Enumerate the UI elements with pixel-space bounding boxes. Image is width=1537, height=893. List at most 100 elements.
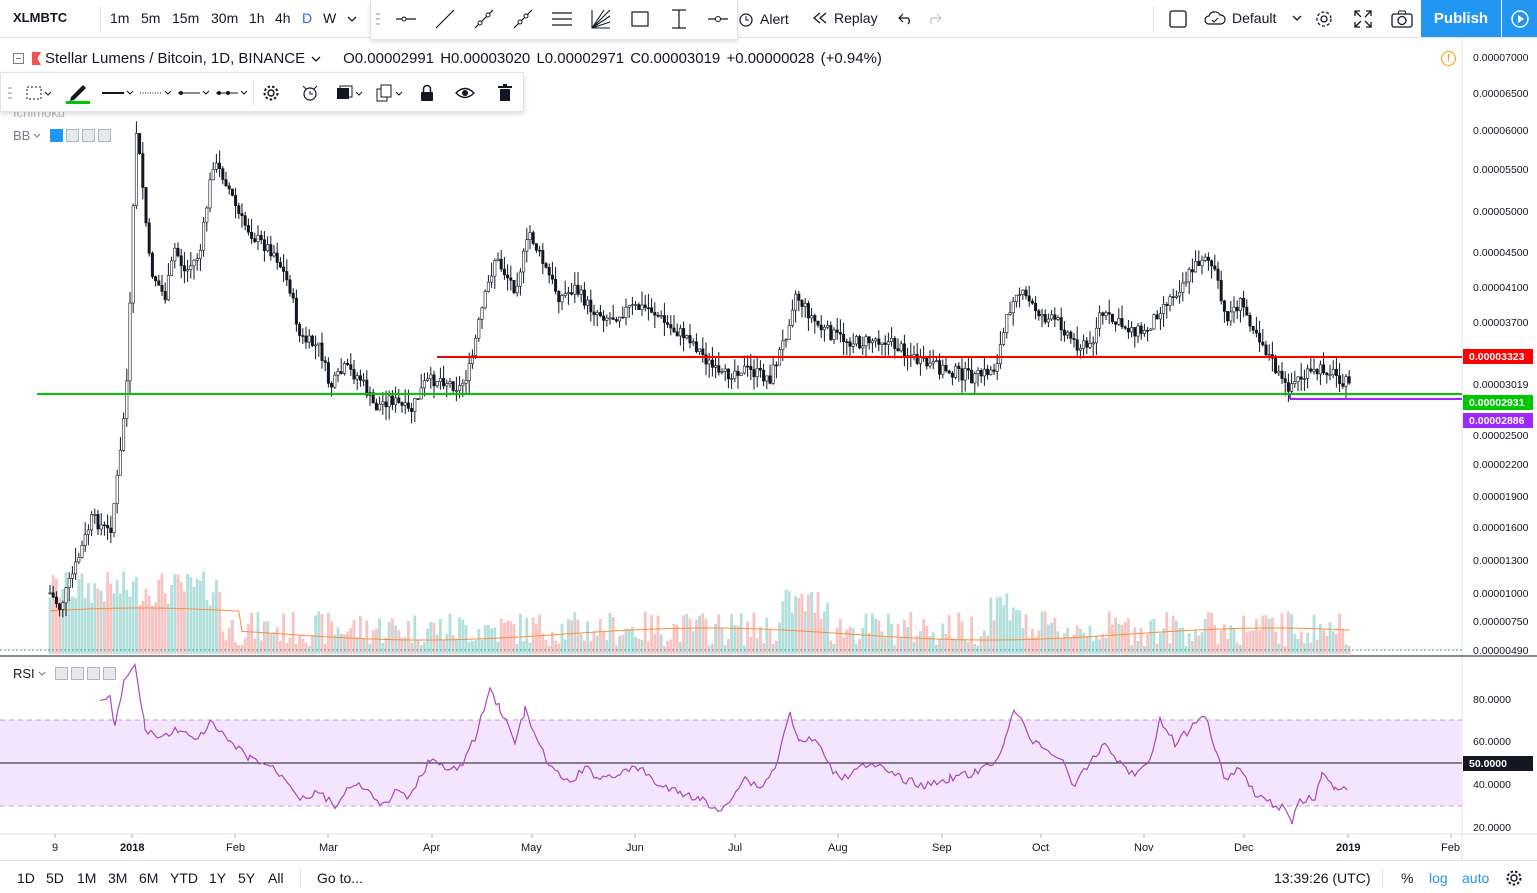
- line-color-icon[interactable]: [61, 80, 93, 106]
- horizontal-ray-icon[interactable]: [388, 4, 424, 34]
- gear-icon[interactable]: [257, 80, 285, 106]
- candle-body: [144, 187, 148, 224]
- volume-bar: [410, 642, 413, 654]
- timeframe-1h[interactable]: 1h: [249, 10, 265, 26]
- layout-dropdown[interactable]: Default: [1204, 10, 1302, 26]
- parallel-channel-icon[interactable]: [544, 4, 580, 34]
- volume-bar: [1043, 611, 1047, 654]
- candle-body: [518, 271, 522, 287]
- drag-handle-icon[interactable]: [374, 4, 382, 34]
- hide-eye-icon[interactable]: [50, 129, 64, 142]
- percent-scale-toggle[interactable]: %: [1401, 870, 1413, 886]
- template-icon[interactable]: [23, 80, 55, 106]
- candle-body: [1120, 318, 1124, 328]
- candle-body: [93, 514, 97, 516]
- go-to-date-button[interactable]: Go to...: [317, 870, 363, 886]
- more-icon[interactable]: [82, 129, 96, 142]
- auto-scale-toggle[interactable]: auto: [1462, 870, 1489, 886]
- hide-eye-icon[interactable]: [54, 667, 68, 680]
- candle-body: [221, 168, 225, 180]
- chevron-down-icon[interactable]: [38, 671, 46, 677]
- candle-body: [1226, 311, 1230, 322]
- log-scale-toggle[interactable]: log: [1429, 870, 1448, 886]
- range-5y[interactable]: 5Y: [238, 870, 255, 886]
- timeframe-15m[interactable]: 15m: [172, 10, 199, 26]
- expand-icon[interactable]: [1345, 4, 1381, 34]
- collapse-legend-icon[interactable]: [13, 53, 24, 64]
- range-3m[interactable]: 3M: [108, 870, 127, 886]
- clone-icon[interactable]: [373, 80, 405, 106]
- range-all[interactable]: All: [268, 870, 284, 886]
- fib-fan-icon[interactable]: [583, 4, 619, 34]
- timeframe-d[interactable]: D: [302, 10, 312, 26]
- fullscreen-toggle-icon[interactable]: [1160, 4, 1196, 34]
- candle-body: [163, 291, 167, 301]
- candle-body: [634, 304, 638, 306]
- chart-canvas[interactable]: [0, 38, 1537, 860]
- range-5d[interactable]: 5D: [46, 870, 64, 886]
- volume-bar: [1239, 644, 1242, 654]
- price-scale-label: 0.00000490: [1473, 645, 1529, 657]
- chevron-down-icon[interactable]: [33, 133, 41, 139]
- lock-icon[interactable]: [413, 80, 441, 106]
- drag-handle-icon[interactable]: [7, 80, 13, 106]
- timeframe-w[interactable]: W: [323, 10, 336, 26]
- line-end-icon[interactable]: [213, 80, 249, 106]
- candle-body: [246, 225, 250, 233]
- candle-body: [1027, 295, 1031, 302]
- candle-body: [1030, 300, 1034, 304]
- eye-icon[interactable]: [451, 80, 479, 106]
- horizontal-line-icon[interactable]: [700, 4, 736, 34]
- volume-bar: [496, 641, 500, 654]
- publish-button[interactable]: Publish: [1421, 0, 1501, 37]
- remove-icon[interactable]: [98, 129, 112, 142]
- extended-line-icon[interactable]: [505, 4, 541, 34]
- timeframe-30m[interactable]: 30m: [211, 10, 238, 26]
- time-axis-ticks: [54, 834, 1452, 838]
- warning-icon[interactable]: !: [1441, 51, 1456, 66]
- clock[interactable]: 13:39:26 (UTC): [1274, 870, 1370, 886]
- range-ytd[interactable]: YTD: [170, 870, 198, 886]
- candle-body: [288, 279, 292, 294]
- range-1d[interactable]: 1D: [17, 870, 35, 886]
- settings-icon[interactable]: [70, 667, 84, 680]
- settings-icon[interactable]: [66, 129, 80, 142]
- gear-icon[interactable]: [1306, 4, 1342, 34]
- rsi-indicator-label[interactable]: RSI: [13, 666, 116, 681]
- alert-button[interactable]: Alert: [738, 10, 789, 28]
- more-icon[interactable]: [86, 667, 100, 680]
- rectangle-icon[interactable]: [622, 4, 658, 34]
- price-range-icon[interactable]: [661, 4, 697, 34]
- chevron-down-icon[interactable]: [311, 56, 321, 62]
- candle-body: [1021, 289, 1025, 295]
- line-start-icon[interactable]: [175, 80, 211, 106]
- range-1y[interactable]: 1Y: [209, 870, 226, 886]
- trash-icon[interactable]: [491, 80, 519, 106]
- timeframe-4h[interactable]: 4h: [275, 10, 291, 26]
- chevron-down-icon[interactable]: [340, 4, 364, 34]
- volume-bar: [439, 619, 442, 654]
- candle-body: [352, 369, 356, 380]
- visual-order-icon[interactable]: [333, 80, 365, 106]
- ray-icon[interactable]: [466, 4, 502, 34]
- range-6m[interactable]: 6M: [139, 870, 158, 886]
- play-icon[interactable]: [1502, 0, 1537, 37]
- replay-button[interactable]: Replay: [812, 10, 878, 26]
- bb-indicator-label[interactable]: BB: [13, 128, 112, 143]
- symbol-search[interactable]: XLMBTC: [13, 10, 67, 25]
- candle-body: [973, 373, 977, 384]
- line-style-icon[interactable]: [137, 80, 173, 106]
- line-width-icon[interactable]: [99, 80, 135, 106]
- timeframe-5m[interactable]: 5m: [141, 10, 160, 26]
- camera-icon[interactable]: [1384, 4, 1420, 34]
- remove-icon[interactable]: [102, 667, 116, 680]
- redo-icon[interactable]: [916, 4, 952, 34]
- timeframe-1m[interactable]: 1m: [110, 10, 129, 26]
- gear-icon[interactable]: [1505, 869, 1523, 890]
- volume-bar: [595, 635, 599, 654]
- drawing-properties-toolbar: [0, 72, 524, 112]
- trend-line-icon[interactable]: [427, 4, 463, 34]
- legend-title[interactable]: Stellar Lumens / Bitcoin, 1D, BINANCE: [45, 50, 305, 67]
- range-1m[interactable]: 1M: [77, 870, 96, 886]
- alarm-add-icon[interactable]: [296, 80, 324, 106]
